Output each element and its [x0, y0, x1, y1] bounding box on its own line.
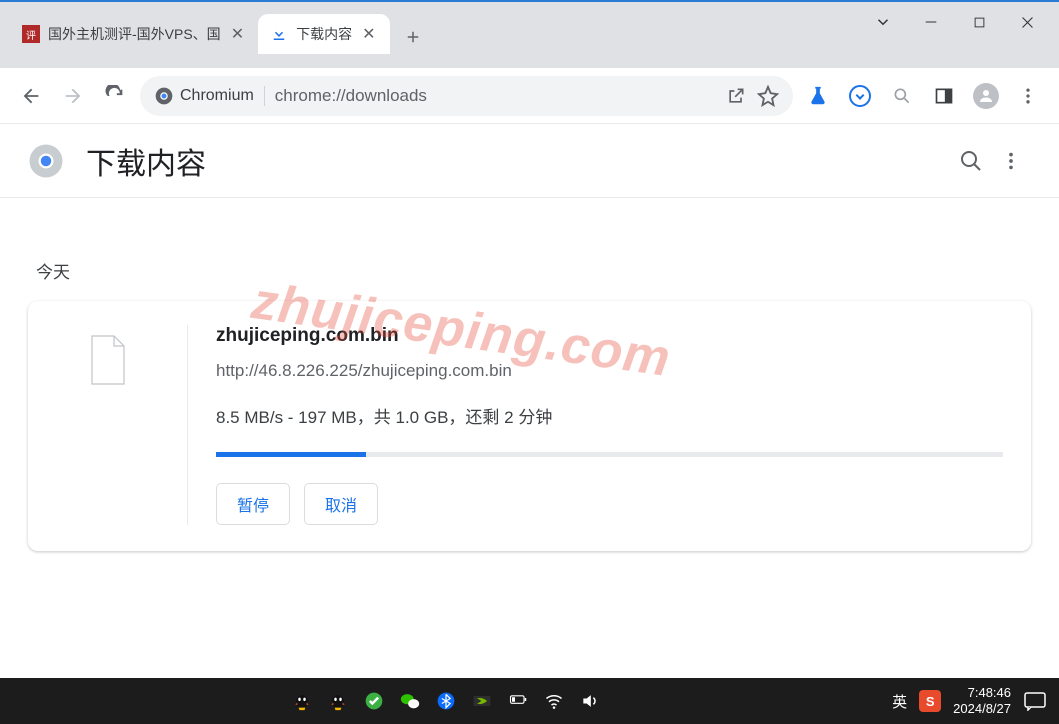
download-icon [270, 25, 288, 43]
windows-taskbar: 英 S 7:48:46 2024/8/27 [0, 678, 1059, 724]
downloads-content: 今天 zhujiceping.com.bin http://46.8.226.2… [0, 198, 1059, 571]
minimize-button[interactable] [921, 12, 941, 32]
download-details: zhujiceping.com.bin http://46.8.226.225/… [188, 325, 1003, 525]
download-filename[interactable]: zhujiceping.com.bin [216, 325, 1003, 347]
downloads-toolbar-icon[interactable] [843, 79, 877, 113]
taskbar-tray [0, 690, 892, 712]
date-text: 2024/8/27 [953, 701, 1011, 717]
tab-title: 下载内容 [296, 24, 352, 44]
wifi-icon[interactable] [543, 690, 565, 712]
kebab-menu-icon[interactable] [1011, 79, 1045, 113]
taskbar-right: 英 S 7:48:46 2024/8/27 [892, 685, 1059, 718]
tab-title: 国外主机测评-国外VPS、国 [48, 24, 221, 44]
progress-bar-fill [216, 452, 366, 457]
share-icon[interactable] [725, 85, 747, 107]
qq-icon-2[interactable] [327, 690, 349, 712]
profile-button[interactable] [969, 79, 1003, 113]
file-icon [88, 335, 128, 385]
more-actions-button[interactable] [991, 141, 1031, 181]
window-controls [851, 2, 1059, 42]
forward-button[interactable] [56, 79, 90, 113]
volume-icon[interactable] [579, 690, 601, 712]
bluetooth-icon[interactable] [435, 690, 457, 712]
search-downloads-button[interactable] [951, 141, 991, 181]
browser-toolbar: Chromium chrome://downloads [0, 68, 1059, 124]
pause-button[interactable]: 暂停 [216, 483, 290, 525]
chromium-logo-icon [28, 143, 64, 179]
address-bar[interactable]: Chromium chrome://downloads [140, 76, 793, 116]
back-button[interactable] [14, 79, 48, 113]
tab-strip: 评 国外主机测评-国外VPS、国 ✕ 下载内容 ✕ [0, 2, 851, 54]
wechat-icon[interactable] [399, 690, 421, 712]
page-title: 下载内容 [86, 139, 951, 183]
url-text: chrome://downloads [275, 86, 715, 106]
download-url[interactable]: http://46.8.226.225/zhujiceping.com.bin [216, 361, 1003, 381]
avatar-icon [973, 83, 999, 109]
browser-label: Chromium [180, 87, 254, 105]
progress-bar [216, 452, 1003, 457]
site-chip[interactable]: Chromium [154, 86, 265, 106]
chromium-icon [154, 86, 174, 106]
reload-button[interactable] [98, 79, 132, 113]
ime-indicator[interactable]: 英 [892, 691, 907, 712]
file-icon-area [28, 325, 188, 525]
close-icon[interactable]: ✕ [360, 22, 377, 46]
time-text: 7:48:46 [953, 685, 1011, 701]
side-panel-icon[interactable] [927, 79, 961, 113]
bookmark-icon[interactable] [757, 85, 779, 107]
qq-icon[interactable] [291, 690, 313, 712]
maximize-button[interactable] [969, 12, 989, 32]
search-icon[interactable] [885, 79, 919, 113]
system-clock[interactable]: 7:48:46 2024/8/27 [953, 685, 1011, 718]
close-icon[interactable]: ✕ [229, 22, 246, 46]
labs-icon[interactable] [801, 79, 835, 113]
download-progress-text: 8.5 MB/s - 197 MB，共 1.0 GB，还剩 2 分钟 [216, 403, 1003, 428]
check-icon[interactable] [363, 690, 385, 712]
date-section-label: 今天 [36, 258, 1031, 283]
nvidia-icon[interactable] [471, 690, 493, 712]
browser-tab-downloads[interactable]: 下载内容 ✕ [258, 14, 389, 54]
downloads-header: 下载内容 [0, 124, 1059, 198]
chevron-down-icon[interactable] [873, 12, 893, 32]
download-actions: 暂停 取消 [216, 483, 1003, 525]
download-item: zhujiceping.com.bin http://46.8.226.225/… [28, 301, 1031, 551]
sogou-ime-icon[interactable]: S [919, 690, 941, 712]
browser-tab-hostreview[interactable]: 评 国外主机测评-国外VPS、国 ✕ [10, 14, 258, 54]
close-button[interactable] [1017, 12, 1037, 32]
window-titlebar: 评 国外主机测评-国外VPS、国 ✕ 下载内容 ✕ [0, 0, 1059, 68]
battery-icon[interactable] [507, 690, 529, 712]
favicon-icon: 评 [22, 25, 40, 43]
notifications-icon[interactable] [1023, 691, 1047, 711]
cancel-button[interactable]: 取消 [304, 483, 378, 525]
new-tab-button[interactable] [396, 20, 430, 54]
